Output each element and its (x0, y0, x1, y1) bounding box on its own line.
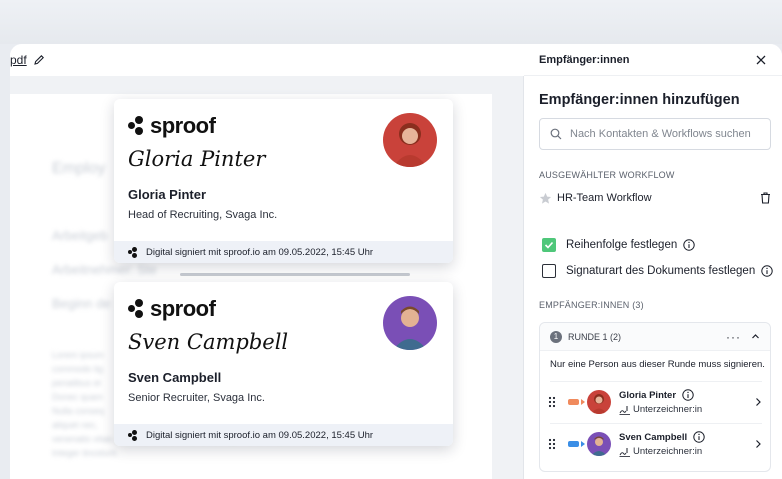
workflow-name: HR-Team Workflow (557, 192, 652, 204)
document-filename[interactable]: pdf (10, 53, 27, 67)
round-label: RUNDE 1 (2) (568, 331, 622, 342)
round-number-badge: 1 (550, 330, 562, 343)
sigtype-checkbox-row[interactable]: Signaturart des Dokuments festlegen (542, 263, 773, 279)
info-icon[interactable] (683, 239, 695, 251)
order-checkbox-label: Reihenfolge festlegen (566, 239, 678, 251)
blurred-text: aliquet nec, (52, 420, 99, 430)
sproof-logo-icon (128, 116, 148, 136)
signature-card: sproof Sven Campbell Sven Campbell Senio… (114, 282, 453, 446)
blurred-text: Nulla conseq (52, 406, 105, 416)
chevron-right-icon[interactable] (755, 397, 762, 407)
blurred-line: Beginn de (52, 296, 111, 311)
signer-role: Unterzeichner:in (633, 446, 703, 457)
signer-name: Sven Campbell (619, 431, 688, 443)
trash-icon[interactable] (760, 192, 771, 204)
blurred-text: Integer tincidunt. (52, 448, 119, 458)
color-tag-tip (581, 441, 585, 447)
blurred-text: Lorem ipsum (52, 350, 105, 360)
handwritten-signature: Gloria Pinter (128, 147, 266, 171)
signing-round: 1 RUNDE 1 (2) ··· Nur eine Person aus di… (539, 322, 771, 472)
handwritten-signature: Sven Campbell (128, 330, 289, 354)
round-note: Nur eine Person aus dieser Runde muss si… (550, 359, 765, 370)
blurred-text: Donec quam (52, 392, 104, 402)
avatar (587, 390, 611, 414)
more-options-icon[interactable]: ··· (726, 330, 741, 344)
signature-pen-icon (619, 447, 630, 457)
background-blur (0, 0, 782, 44)
signature-footer: Digital signiert mit sproof.io am 09.05.… (114, 241, 453, 263)
chevron-right-icon[interactable] (755, 439, 762, 449)
signer-role: Head of Recruiting, Svaga Inc. (128, 209, 278, 221)
pencil-icon[interactable] (33, 54, 45, 66)
close-icon[interactable] (755, 54, 767, 66)
drag-handle-icon[interactable] (548, 396, 556, 408)
panel-header: Empfänger:innen (524, 44, 782, 76)
drag-handle-icon[interactable] (548, 438, 556, 450)
signer-role: Unterzeichner:in (633, 404, 703, 415)
sigtype-checkbox[interactable] (542, 264, 556, 278)
signature-footer: Digital signiert mit sproof.io am 09.05.… (114, 424, 453, 446)
search-input[interactable] (570, 128, 760, 140)
info-icon[interactable] (693, 431, 705, 443)
signer-role: Senior Recruiter, Svaga Inc. (128, 392, 265, 404)
recipients-count-label: EMPFÄNGER:INNEN (3) (539, 300, 644, 310)
selected-workflow: HR-Team Workflow (539, 190, 771, 206)
info-icon[interactable] (761, 265, 773, 277)
order-checkbox-row[interactable]: Reihenfolge festlegen (542, 237, 695, 253)
checkmark-icon (544, 241, 554, 249)
signature-card: sproof Gloria Pinter Gloria Pinter Head … (114, 99, 453, 263)
sproof-mini-icon (128, 246, 139, 258)
signature-pen-icon (619, 405, 630, 415)
blurred-heading: Employ (52, 160, 106, 177)
sigtype-checkbox-label: Signaturart des Dokuments festlegen (566, 265, 756, 277)
blurred-line: Arbeitgeb (52, 228, 108, 243)
selected-workflow-label: AUSGEWÄHLTER WORKFLOW (539, 170, 675, 180)
order-checkbox[interactable] (542, 238, 556, 252)
avatar (383, 113, 437, 167)
info-icon[interactable] (682, 389, 694, 401)
app-window: pdf Employ Arbeitgeb Arbeitnehmer: Ste B… (10, 44, 782, 479)
color-tag (568, 399, 579, 405)
blurred-text: penatibus et (52, 378, 102, 388)
signer-row[interactable]: Sven Campbell Unterzeichner:in (540, 424, 770, 464)
sproof-logo: sproof (128, 113, 216, 139)
avatar (383, 296, 437, 350)
panel-title: Empfänger:innen (539, 53, 630, 66)
signer-name: Sven Campbell (128, 370, 222, 385)
round-header[interactable]: 1 RUNDE 1 (2) ··· (540, 323, 770, 351)
sproof-logo-icon (128, 299, 148, 319)
star-icon[interactable] (539, 192, 552, 205)
signer-name: Gloria Pinter (128, 187, 207, 202)
signer-name: Gloria Pinter (619, 389, 677, 401)
chevron-up-icon[interactable] (751, 332, 760, 341)
recipients-panel: Empfänger:innen Empfänger:innen hinzufüg… (524, 44, 782, 479)
avatar (587, 432, 611, 456)
blurred-line: Arbeitnehmer: Ste (52, 262, 157, 277)
search-icon (550, 128, 562, 140)
sproof-mini-icon (128, 429, 139, 441)
sproof-logo: sproof (128, 296, 216, 322)
color-tag-tip (581, 399, 585, 405)
horizontal-scrollbar[interactable] (180, 273, 410, 276)
document-area: pdf Employ Arbeitgeb Arbeitnehmer: Ste B… (10, 44, 524, 479)
document-toolbar: pdf (10, 44, 524, 76)
add-recipients-title: Empfänger:innen hinzufügen (539, 92, 740, 108)
search-box[interactable] (539, 118, 771, 150)
color-tag (568, 441, 579, 447)
blurred-text: commodo lig (52, 364, 104, 374)
signer-row[interactable]: Gloria Pinter Unterzeichner:in (540, 382, 770, 422)
